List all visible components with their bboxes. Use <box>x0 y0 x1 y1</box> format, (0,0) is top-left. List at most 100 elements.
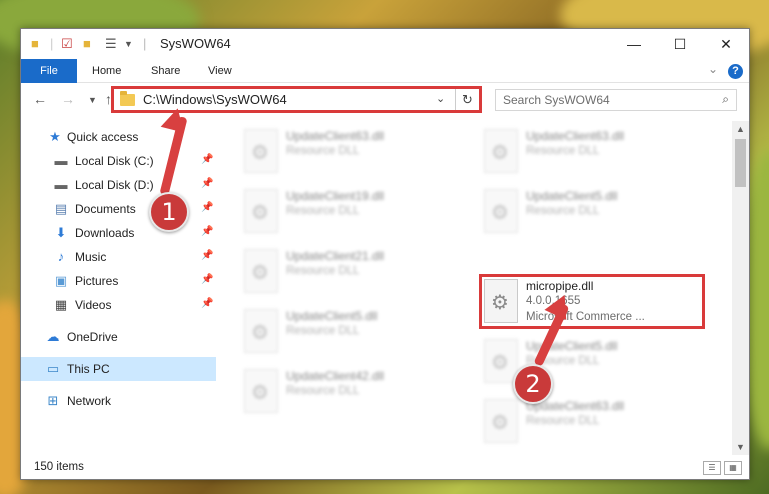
dll-file-icon <box>244 369 278 413</box>
dll-file-icon <box>484 129 518 173</box>
file-description: Resource DLL <box>286 325 360 337</box>
sidebar-item-this-pc[interactable]: ▭ This PC <box>21 357 216 381</box>
sidebar-item-label: Downloads <box>75 226 135 240</box>
file-description: Resource DLL <box>286 145 360 157</box>
navigation-bar: ← → ▼ ↑ C:\Windows\SysWOW64 ⌄ ↻ Search S… <box>21 83 749 117</box>
cloud-icon: ☁ <box>46 329 60 344</box>
large-icons-view-icon[interactable]: ▦ <box>724 461 742 475</box>
file-list: UpdateClient63.dll Resource DLL UpdateCl… <box>216 121 733 455</box>
file-name: UpdateClient21.dll <box>286 249 385 263</box>
navigation-pane: ★ Quick access ▬ Local Disk (C:) 📌 ▬ Loc… <box>21 121 216 455</box>
folder-icon <box>120 91 135 106</box>
search-input[interactable]: Search SysWOW64 ⌕ <box>495 89 737 111</box>
step-1-badge: 1 <box>149 192 189 232</box>
search-icon[interactable]: ⌕ <box>722 92 729 107</box>
scroll-down-icon[interactable]: ▼ <box>732 439 749 455</box>
sidebar-item-label: Documents <box>75 202 136 216</box>
sidebar-item-quick-access[interactable]: ★ Quick access <box>21 125 216 149</box>
sidebar-item-local-disk-d[interactable]: ▬ Local Disk (D:) 📌 <box>21 173 216 197</box>
dll-file-icon <box>244 189 278 233</box>
sidebar-item-label: Pictures <box>75 274 119 288</box>
back-icon[interactable]: ← <box>33 91 47 107</box>
file-description: Resource DLL <box>526 205 600 217</box>
sidebar-item-videos[interactable]: ▦ Videos 📌 <box>21 293 216 317</box>
file-item[interactable]: UpdateClient42.dll Resource DLL <box>238 365 463 423</box>
file-item[interactable]: UpdateClient5.dll Resource DLL <box>478 185 703 243</box>
title-bar: ■ | ☑ ■ ☰ ▼ | SysWOW64 — ☐ ✕ <box>21 29 749 59</box>
file-name: UpdateClient42.dll <box>286 369 385 383</box>
downloads-icon: ⬇ <box>55 225 67 240</box>
recent-locations-icon[interactable]: ▼ <box>88 95 97 105</box>
status-bar: 150 items ☰ ▦ <box>21 455 749 479</box>
dll-file-icon <box>484 399 518 443</box>
network-icon: ⊞ <box>47 393 59 408</box>
file-item[interactable]: UpdateClient63.dll Resource DLL <box>478 125 703 183</box>
window-title: SysWOW64 <box>160 36 231 51</box>
vertical-scrollbar[interactable]: ▲ ▼ <box>732 121 749 455</box>
minimize-button[interactable]: — <box>611 29 657 59</box>
sidebar-item-label: OneDrive <box>67 330 118 344</box>
scroll-thumb[interactable] <box>735 139 746 187</box>
file-item[interactable]: UpdateClient5.dll Resource DLL <box>478 335 703 393</box>
sidebar-item-local-disk-c[interactable]: ▬ Local Disk (C:) 📌 <box>21 149 216 173</box>
pin-icon: 📌 <box>201 298 214 309</box>
maximize-button[interactable]: ☐ <box>657 29 703 59</box>
step-2-badge: 2 <box>513 364 553 404</box>
close-button[interactable]: ✕ <box>703 29 749 59</box>
file-description: Resource DLL <box>286 205 360 217</box>
documents-icon: ▤ <box>54 201 68 216</box>
dll-file-icon <box>484 189 518 233</box>
dll-file-icon <box>484 339 518 383</box>
forward-icon[interactable]: → <box>61 91 75 107</box>
file-description: Resource DLL <box>286 385 360 397</box>
file-description: Resource DLL <box>286 265 360 277</box>
file-explorer-window: ■ | ☑ ■ ☰ ▼ | SysWOW64 — ☐ ✕ File Home S… <box>20 28 750 480</box>
help-icon[interactable]: ? <box>728 64 743 79</box>
sidebar-item-label: Music <box>75 250 107 264</box>
file-item[interactable]: UpdateClient5.dll Resource DLL <box>238 305 463 363</box>
pin-icon: 📌 <box>201 202 214 213</box>
sidebar-item-music[interactable]: ♪ Music 📌 <box>21 245 216 269</box>
address-path[interactable]: C:\Windows\SysWOW64 <box>143 92 287 107</box>
dll-file-icon <box>244 309 278 353</box>
chevron-down-icon[interactable]: ▼ <box>124 36 133 52</box>
customize-toolbar-icon[interactable]: ☰ <box>105 36 117 52</box>
drive-icon: ▬ <box>54 177 68 192</box>
details-view-icon[interactable]: ☰ <box>703 461 721 475</box>
pin-icon: 📌 <box>201 154 214 165</box>
pin-icon: 📌 <box>201 250 214 261</box>
file-description: Resource DLL <box>526 145 600 157</box>
sidebar-item-label: Local Disk (C:) <box>75 154 154 168</box>
tab-file[interactable]: File <box>21 59 77 83</box>
file-name: UpdateClient19.dll <box>286 189 385 203</box>
file-name: UpdateClient63.dll <box>526 129 625 143</box>
new-folder-icon[interactable]: ■ <box>83 36 91 52</box>
dll-file-icon <box>244 129 278 173</box>
music-icon: ♪ <box>57 249 65 264</box>
sidebar-item-onedrive[interactable]: ☁ OneDrive <box>21 325 216 349</box>
sidebar-item-label: Quick access <box>67 130 139 144</box>
tab-share[interactable]: Share <box>139 59 192 83</box>
star-icon: ★ <box>49 129 61 144</box>
file-item[interactable]: UpdateClient63.dll Resource DLL <box>238 125 463 183</box>
file-item[interactable]: UpdateClient21.dll Resource DLL <box>238 245 463 303</box>
pictures-icon: ▣ <box>54 273 68 288</box>
sidebar-item-downloads[interactable]: ⬇ Downloads 📌 <box>21 221 216 245</box>
sidebar-item-pictures[interactable]: ▣ Pictures 📌 <box>21 269 216 293</box>
refresh-icon[interactable]: ↻ <box>455 89 479 110</box>
ribbon-tabs: File Home Share View ⌄ ? <box>21 59 749 83</box>
dll-file-icon <box>244 249 278 293</box>
tab-home[interactable]: Home <box>80 59 133 83</box>
folder-icon[interactable]: ■ <box>31 36 39 52</box>
tab-view[interactable]: View <box>196 59 244 83</box>
expand-ribbon-icon[interactable]: ⌄ <box>708 62 718 76</box>
search-placeholder: Search SysWOW64 <box>503 93 610 107</box>
scroll-up-icon[interactable]: ▲ <box>732 121 749 137</box>
videos-icon: ▦ <box>54 297 68 312</box>
file-item[interactable]: UpdateClient63.dll Resource DLL <box>478 395 703 453</box>
file-item[interactable]: UpdateClient19.dll Resource DLL <box>238 185 463 243</box>
chevron-down-icon[interactable]: ⌄ <box>436 92 445 105</box>
sidebar-item-network[interactable]: ⊞ Network <box>21 389 216 413</box>
pin-icon: 📌 <box>201 226 214 237</box>
properties-icon[interactable]: ☑ <box>61 36 73 52</box>
